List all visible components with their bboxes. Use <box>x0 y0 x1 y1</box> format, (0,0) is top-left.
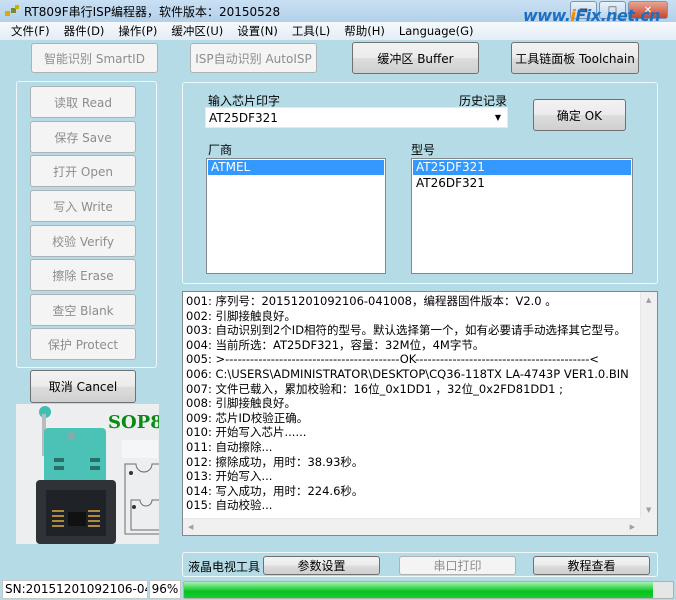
package-label: SOP8 <box>108 412 159 433</box>
log-line: 007: 文件已载入，累加校验和：16位_0x1DD1 ，32位_0x2FD81… <box>186 381 563 396</box>
progress-fill <box>184 582 654 598</box>
ok-button[interactable]: 确定 OK <box>533 99 626 131</box>
scroll-up-icon[interactable]: ▲ <box>646 296 651 304</box>
model-item[interactable]: AT25DF321 <box>413 160 631 175</box>
log-line: 005: >----------------------------------… <box>186 352 600 367</box>
write-button[interactable]: 写入 Write <box>30 190 136 222</box>
menu-device[interactable]: 器件(D) <box>57 23 112 39</box>
menu-language[interactable]: Language(G) <box>392 24 481 38</box>
model-list[interactable]: AT25DF321 AT26DF321 <box>411 158 633 274</box>
model-label: 型号 <box>411 143 436 157</box>
serial-print-button[interactable]: 串口打印 <box>399 556 516 575</box>
log-line: 003: 自动识别到2个ID相符的型号。默认选择第一个，如有必要请手动选择其它型… <box>186 323 627 338</box>
model-item[interactable]: AT26DF321 <box>413 176 631 191</box>
buffer-button[interactable]: 缓冲区 Buffer <box>352 42 479 74</box>
log-line: 001: 序列号：20151201092106-041008，编程器固件版本：V… <box>186 294 557 308</box>
log-line: 006: C:\USERS\ADMINISTRATOR\DESKTOP\CQ36… <box>186 366 629 381</box>
log-vertical-scrollbar[interactable]: ▲ ▼ <box>640 292 657 518</box>
log-line: 010: 开始写入芯片...... <box>186 425 307 440</box>
protect-button[interactable]: 保护 Protect <box>30 328 136 360</box>
app-icon <box>5 5 21 17</box>
chip-marking-combobox[interactable]: AT25DF321 ▼ <box>205 107 508 128</box>
chip-marking-value: AT25DF321 <box>209 111 278 125</box>
smartid-button[interactable]: 智能识别 SmartID <box>31 43 158 73</box>
menu-tools[interactable]: 工具(L) <box>285 23 337 39</box>
progress-percent: 96% <box>149 580 181 599</box>
log-line: 011: 自动擦除... <box>186 439 273 454</box>
window-title: RT809F串行ISP编程器，软件版本：20150528 <box>24 5 281 19</box>
menu-settings[interactable]: 设置(N) <box>230 23 285 39</box>
dropdown-arrow-icon[interactable]: ▼ <box>495 113 501 122</box>
save-button[interactable]: 保存 Save <box>30 121 136 153</box>
sop8-socket-image: SOP8 <box>16 404 159 544</box>
scroll-right-icon[interactable]: ▶ <box>630 523 635 531</box>
cancel-button[interactable]: 取消 Cancel <box>30 370 136 403</box>
menu-operation[interactable]: 操作(P) <box>111 23 164 39</box>
status-bar: SN:20151201092106-041008 96% <box>0 579 676 600</box>
erase-button[interactable]: 擦除 Erase <box>30 259 136 291</box>
tutorial-button[interactable]: 教程查看 <box>533 556 650 575</box>
verify-button[interactable]: 校验 Verify <box>30 225 136 257</box>
vendor-list[interactable]: ATMEL <box>206 158 386 274</box>
params-button[interactable]: 参数设置 <box>263 556 380 575</box>
tv-tools-label: 液晶电视工具 <box>188 560 261 574</box>
menu-file[interactable]: 文件(F) <box>4 23 57 39</box>
log-horizontal-scrollbar[interactable]: ◀ ▶ <box>183 518 640 535</box>
log-line: 002: 引脚接触良好。 <box>186 308 296 323</box>
log-lines: 001: 序列号：20151201092106-041008，编程器固件版本：V… <box>186 294 637 513</box>
menu-bar: 文件(F) 器件(D) 操作(P) 缓冲区(U) 设置(N) 工具(L) 帮助(… <box>0 22 676 40</box>
toolchain-button[interactable]: 工具链面板 Toolchain <box>511 42 639 74</box>
blank-check-button[interactable]: 查空 Blank <box>30 294 136 326</box>
read-button[interactable]: 读取 Read <box>30 86 136 118</box>
log-line: 015: 自动校验... <box>186 498 273 513</box>
vendor-item[interactable]: ATMEL <box>208 160 384 175</box>
log-line: 008: 引脚接触良好。 <box>186 396 296 411</box>
autoisp-button[interactable]: ISP自动识别 AutoISP <box>190 43 317 73</box>
log-line: 004: 当前所选：AT25DF321，容量：32M位，4M字节。 <box>186 337 485 352</box>
vendor-label: 厂商 <box>208 143 233 157</box>
open-button[interactable]: 打开 Open <box>30 155 136 187</box>
menu-help[interactable]: 帮助(H) <box>337 23 392 39</box>
log-line: 013: 开始写入... <box>186 469 273 484</box>
log-output[interactable]: 001: 序列号：20151201092106-041008，编程器固件版本：V… <box>182 291 658 536</box>
scroll-down-icon[interactable]: ▼ <box>646 506 651 514</box>
scroll-left-icon[interactable]: ◀ <box>188 523 193 531</box>
log-line: 012: 擦除成功，用时：38.93秒。 <box>186 454 364 469</box>
menu-buffer[interactable]: 缓冲区(U) <box>164 23 230 39</box>
log-line: 009: 芯片ID校验正确。 <box>186 410 309 425</box>
log-line: 014: 写入成功，用时：224.6秒。 <box>186 483 364 498</box>
scroll-corner <box>640 518 657 535</box>
serial-number: SN:20151201092106-041008 <box>2 580 148 599</box>
progress-bar <box>183 581 674 599</box>
